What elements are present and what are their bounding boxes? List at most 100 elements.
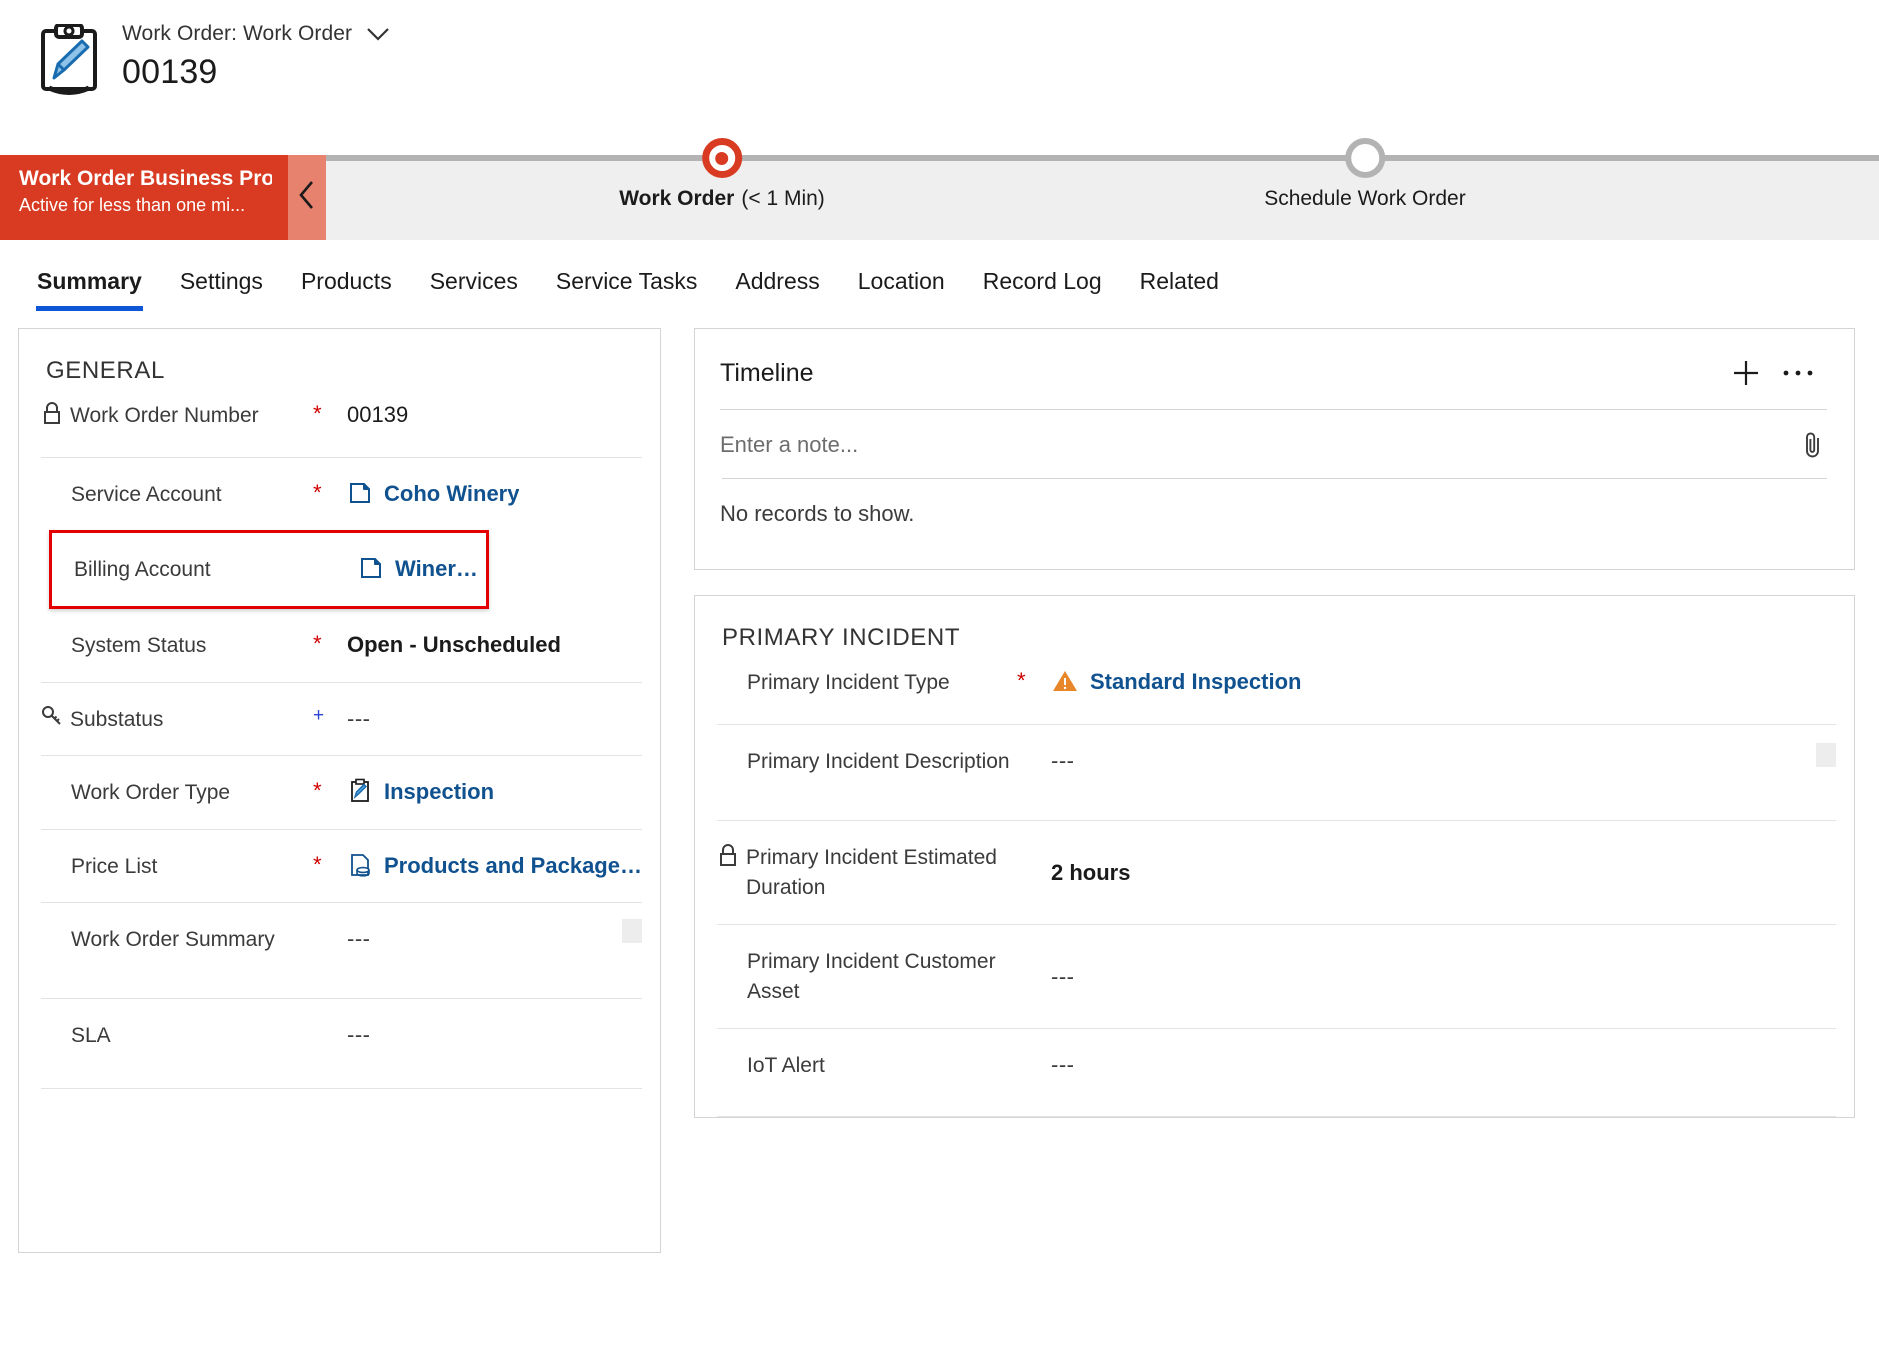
- required-marker: *: [313, 851, 322, 877]
- tab-settings[interactable]: Settings: [161, 256, 282, 309]
- field-value[interactable]: ---: [1051, 1051, 1836, 1080]
- field-value[interactable]: ---: [347, 925, 642, 954]
- field-link-value[interactable]: Standard Inspection: [1090, 668, 1301, 697]
- field-link-value[interactable]: Products and Packaged Se...: [384, 852, 642, 881]
- bpf-stage-duration: (< 1 Min): [741, 187, 825, 210]
- page-header: Work Order: Work Order 00139: [0, 0, 1879, 155]
- field-label: Work Order Summary: [71, 928, 275, 952]
- field-value[interactable]: 2 hours: [1051, 843, 1836, 888]
- required-marker: *: [313, 401, 322, 426]
- tab-address[interactable]: Address: [716, 256, 838, 309]
- price-list-icon: [347, 852, 373, 878]
- ellipsis-icon[interactable]: [1772, 351, 1824, 395]
- general-fields: Work Order Number * 00139 Service Accoun…: [19, 395, 660, 1090]
- warning-triangle-icon: [1051, 668, 1079, 694]
- field-substatus: Substatus + ---: [41, 681, 642, 755]
- lock-icon: [41, 401, 63, 425]
- field-value[interactable]: ---: [347, 1021, 642, 1050]
- field-primary-incident-description: Primary Incident Description ---: [717, 724, 1836, 820]
- field-label: SLA: [71, 1024, 111, 1048]
- chevron-down-icon[interactable]: [366, 27, 390, 41]
- bpf-progress-line: [326, 155, 1879, 161]
- tab-location[interactable]: Location: [839, 256, 964, 309]
- bpf-stage-work-order[interactable]: Work Order (< 1 Min): [619, 138, 825, 211]
- tab-products[interactable]: Products: [282, 256, 411, 309]
- textarea-resize-handle[interactable]: [1816, 743, 1836, 767]
- bpf-stage-name: Work Order: [619, 187, 735, 210]
- field-label: System Status: [71, 633, 207, 657]
- field-label: IoT Alert: [747, 1053, 825, 1077]
- field-label: Price List: [71, 854, 158, 878]
- textarea-resize-handle[interactable]: [622, 919, 642, 944]
- required-marker: *: [313, 480, 322, 505]
- key-icon: [41, 705, 63, 727]
- bpf-name-block[interactable]: Work Order Business Pro... Active for le…: [0, 155, 288, 240]
- bpf-process-status: Active for less than one mi...: [19, 195, 246, 216]
- lock-icon: [717, 843, 739, 867]
- field-sla: SLA ---: [41, 998, 642, 1088]
- header-text-block: Work Order: Work Order 00139: [122, 10, 390, 92]
- primary-incident-fields: Primary Incident Type * Standard Inspect…: [695, 662, 1854, 1117]
- account-lookup-icon: [347, 480, 373, 506]
- field-label: Primary Incident Type: [747, 671, 950, 694]
- general-section-card: GENERAL Work Order Number * 00139 Servic…: [18, 328, 661, 1253]
- field-value[interactable]: Open - Unscheduled: [347, 631, 642, 660]
- field-value[interactable]: 00139: [347, 401, 642, 430]
- bpf-stage-schedule-work-order[interactable]: Schedule Work Order: [1264, 138, 1466, 211]
- field-primary-incident-type: Primary Incident Type * Standard Inspect…: [717, 662, 1836, 724]
- timeline-empty-message: No records to show.: [720, 501, 915, 526]
- required-marker: *: [1017, 668, 1026, 693]
- field-value[interactable]: ---: [347, 705, 642, 734]
- bpf-stage-name: Schedule Work Order: [1264, 187, 1466, 210]
- field-primary-incident-duration: Primary Incident Estimated Duration 2 ho…: [717, 820, 1836, 924]
- page-title: 00139: [122, 53, 218, 91]
- general-column: GENERAL Work Order Number * 00139 Servic…: [18, 328, 661, 1253]
- field-work-order-number: Work Order Number * 00139: [41, 395, 642, 457]
- form-tab-bar: Summary Settings Products Services Servi…: [0, 250, 1879, 314]
- tab-summary[interactable]: Summary: [18, 256, 161, 311]
- tab-record-log[interactable]: Record Log: [964, 256, 1121, 309]
- fields-bottom-divider: [717, 1115, 1836, 1117]
- plus-icon[interactable]: [1720, 351, 1772, 395]
- business-process-flow: Work Order Business Pro... Active for le…: [0, 138, 1879, 240]
- field-label: Work Order Type: [71, 781, 231, 805]
- field-service-account: Service Account * Coho Winery: [41, 457, 642, 530]
- field-link-value[interactable]: Coho Winery: [384, 480, 519, 509]
- field-billing-account[interactable]: Billing Account Winery Inc.: [49, 530, 489, 609]
- tab-service-tasks[interactable]: Service Tasks: [537, 256, 716, 309]
- timeline-title: Timeline: [720, 358, 814, 387]
- tab-services[interactable]: Services: [411, 256, 537, 309]
- form-body: GENERAL Work Order Number * 00139 Servic…: [0, 314, 1879, 1253]
- account-lookup-icon: [358, 555, 384, 581]
- required-marker: *: [313, 778, 322, 804]
- field-label: Work Order Number: [70, 404, 259, 427]
- field-label: Billing Account: [74, 558, 211, 582]
- optional-marker: +: [313, 704, 325, 726]
- work-order-clipboard-icon: [36, 23, 102, 96]
- field-value[interactable]: ---: [1051, 947, 1836, 992]
- bpf-stage-inactive-dot-icon: [1344, 138, 1385, 178]
- entity-breadcrumb: Work Order: Work Order: [122, 22, 353, 45]
- field-link-value[interactable]: Inspection: [384, 778, 494, 807]
- required-marker: *: [313, 630, 322, 656]
- field-label: Substatus: [70, 707, 164, 731]
- field-value[interactable]: ---: [1051, 747, 1836, 776]
- field-label: Primary Incident Description: [747, 750, 1010, 773]
- field-label: Primary Incident Customer Asset: [747, 949, 996, 1004]
- field-work-order-summary: Work Order Summary ---: [41, 902, 642, 998]
- bpf-process-name: Work Order Business Pro...: [19, 167, 272, 190]
- fields-bottom-divider: [41, 1088, 642, 1090]
- bpf-collapse-button[interactable]: [288, 155, 326, 240]
- tab-related[interactable]: Related: [1121, 256, 1238, 309]
- field-label: Primary Incident Estimated Duration: [746, 846, 997, 900]
- primary-incident-card: PRIMARY INCIDENT Primary Incident Type *…: [694, 595, 1855, 1118]
- general-section-title: GENERAL: [46, 357, 165, 384]
- field-system-status: System Status * Open - Unscheduled: [41, 609, 642, 682]
- bpf-stage-track: Work Order (< 1 Min) Schedule Work Order: [326, 138, 1879, 240]
- field-price-list: Price List * Products and Packaged Se...: [41, 828, 642, 902]
- paperclip-icon[interactable]: [1802, 430, 1824, 460]
- field-work-order-type: Work Order Type * Inspection: [41, 755, 642, 828]
- field-label: Service Account: [71, 483, 222, 506]
- field-link-value[interactable]: Winery Inc.: [395, 555, 486, 584]
- timeline-note-input[interactable]: Enter a note...: [720, 432, 1802, 458]
